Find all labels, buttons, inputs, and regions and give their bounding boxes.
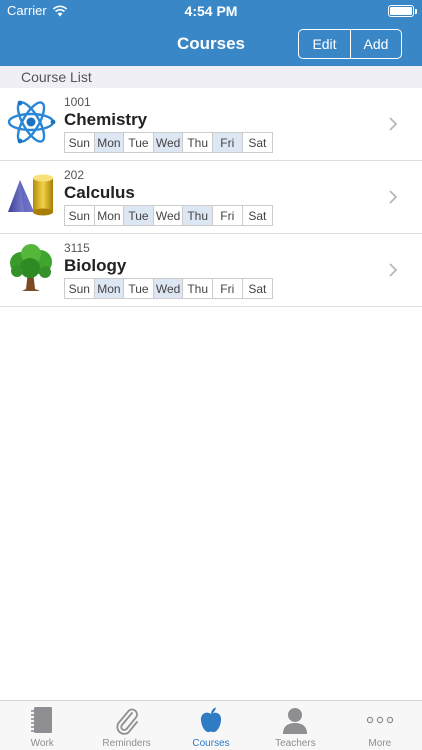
- chevron-right-icon: [389, 263, 398, 277]
- person-icon: [283, 708, 308, 734]
- course-code: 1001: [64, 95, 91, 109]
- day-tue: Tue: [124, 279, 154, 298]
- paperclip-icon: [116, 708, 138, 735]
- tab-work[interactable]: Work: [0, 701, 84, 750]
- more-dots-icon: [366, 716, 394, 724]
- course-row-calculus[interactable]: 202 Calculus Sun Mon Tue Wed Thu Fri Sat: [0, 161, 422, 234]
- tab-teachers[interactable]: Teachers: [253, 701, 337, 750]
- tab-more[interactable]: More: [338, 701, 422, 750]
- section-title: Course List: [21, 69, 92, 85]
- day-sun: Sun: [65, 206, 95, 225]
- day-mon: Mon: [94, 279, 125, 298]
- tab-label: More: [368, 738, 392, 749]
- section-header: Course List: [0, 66, 422, 88]
- battery-icon: [388, 5, 417, 17]
- geometry-shapes-icon: [8, 174, 53, 216]
- day-fri: Fri: [213, 206, 243, 225]
- day-sun: Sun: [65, 279, 95, 298]
- day-fri: Fri: [213, 279, 243, 298]
- day-sun: Sun: [65, 133, 95, 152]
- day-fri: Fri: [212, 133, 243, 152]
- tab-label: Teachers: [275, 738, 316, 749]
- edit-button[interactable]: Edit: [299, 30, 350, 58]
- day-sat: Sat: [248, 208, 267, 223]
- chevron-right-icon: [389, 117, 398, 131]
- tab-courses[interactable]: Courses: [169, 701, 253, 750]
- day-tue: Tue: [124, 133, 154, 152]
- day-wed: Wed: [153, 279, 184, 298]
- course-row-biology[interactable]: 3115 Biology Sun Mon Tue Wed Thu Fri Sat: [0, 234, 422, 307]
- course-name: Calculus: [64, 183, 135, 202]
- day-thu: Thu: [183, 206, 213, 225]
- status-time: 4:54 PM: [184, 3, 238, 19]
- day-tue: Tue: [124, 206, 154, 225]
- day-thu: Thu: [183, 133, 213, 152]
- tab-label: Work: [30, 738, 54, 749]
- course-code: 202: [64, 168, 85, 182]
- chevron-right-icon: [389, 190, 398, 204]
- course-list: 1001 Chemistry Sun Mon Tue Wed Thu Fri S…: [0, 88, 422, 307]
- status-bar: Carrier 4:54 PM: [0, 0, 422, 22]
- day-sat: Sat: [248, 281, 267, 296]
- tab-label: Courses: [192, 738, 230, 749]
- add-button[interactable]: Add: [350, 30, 401, 58]
- tree-icon: [10, 244, 52, 291]
- weekday-schedule: Sun Mon Tue Wed Thu Fri Sat: [64, 132, 274, 153]
- day-thu: Thu: [183, 279, 213, 298]
- course-name: Biology: [64, 256, 127, 275]
- navigation-header: Carrier 4:54 PM Courses Edit Add: [0, 0, 422, 66]
- day-wed: Wed: [154, 206, 184, 225]
- tab-bar: Work Reminders Courses Teachers More: [0, 700, 422, 750]
- day-sat: Sat: [248, 135, 267, 150]
- apple-icon: [200, 707, 222, 733]
- notebook-icon: [31, 707, 53, 733]
- course-name: Chemistry: [64, 110, 148, 129]
- tab-reminders[interactable]: Reminders: [84, 701, 168, 750]
- day-mon: Mon: [95, 206, 125, 225]
- day-wed: Wed: [153, 133, 184, 152]
- course-row-chemistry[interactable]: 1001 Chemistry Sun Mon Tue Wed Thu Fri S…: [0, 88, 422, 161]
- weekday-schedule: Sun Mon Tue Wed Thu Fri Sat: [64, 278, 274, 299]
- edit-add-segmented-control: Edit Add: [298, 29, 402, 59]
- weekday-schedule: Sun Mon Tue Wed Thu Fri Sat: [64, 205, 274, 226]
- course-code: 3115: [64, 241, 90, 255]
- atom-icon: [7, 100, 56, 144]
- day-mon: Mon: [94, 133, 125, 152]
- tab-label: Reminders: [102, 738, 151, 749]
